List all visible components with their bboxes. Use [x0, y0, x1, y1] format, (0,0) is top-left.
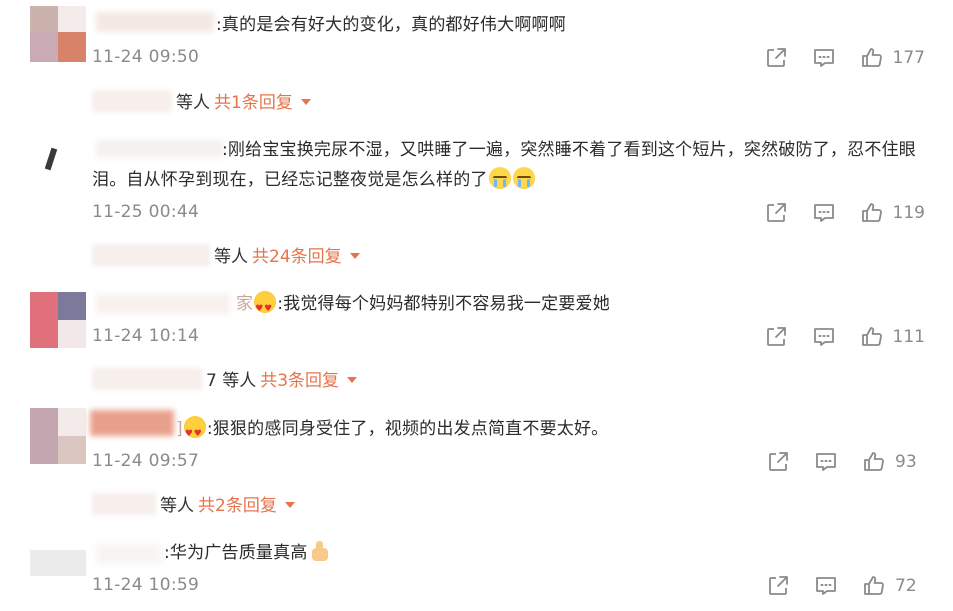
reply-avatars [92, 492, 156, 515]
username[interactable] [90, 410, 174, 436]
reply-summary: 等人 共1条回复 [92, 88, 311, 113]
like-count: 177 [892, 48, 925, 68]
avatar[interactable] [30, 292, 86, 348]
caret-down-icon[interactable] [349, 252, 360, 259]
reply-avatars [92, 367, 202, 390]
comment-time: 11-24 09:50 [92, 47, 200, 67]
like-icon[interactable] [859, 324, 885, 350]
reply-summary: 7 等人 共3条回复 [92, 366, 358, 391]
comment-icon[interactable] [811, 45, 837, 71]
reply-avatars [92, 243, 210, 266]
reply-summary: 等人 共24条回复 [92, 242, 360, 267]
view-replies-link[interactable]: 共1条回复 [214, 88, 293, 113]
comment-actions: 72 [743, 573, 925, 599]
comment-time: 11-25 00:44 [92, 202, 200, 222]
avatar[interactable] [30, 408, 86, 464]
like-icon[interactable] [859, 45, 885, 71]
comment-icon[interactable] [811, 324, 837, 350]
like-icon[interactable] [859, 200, 885, 226]
username-tail[interactable]: ] [176, 419, 183, 439]
comment-actions: 93 [743, 449, 925, 475]
reply-who: 7 等人 [206, 371, 257, 391]
view-replies-link[interactable]: 共2条回复 [198, 491, 277, 516]
reply-who: 等人 [176, 93, 210, 113]
reply-who: 等人 [160, 496, 194, 516]
like-icon[interactable] [861, 449, 887, 475]
comment-text: :华为广告质量真高 [164, 538, 917, 568]
crying-emoji [512, 167, 535, 189]
thumbs-up-emoji [309, 540, 331, 562]
comment-text: :刚给宝宝换完尿不湿，又哄睡了一遍，突然睡不着了看到这个短片，突然破防了，忍不住… [92, 140, 916, 190]
comment-time: 11-24 10:14 [92, 326, 200, 346]
caret-down-icon[interactable] [284, 501, 295, 508]
username[interactable] [96, 544, 162, 564]
reply-who: 等人 [214, 247, 248, 267]
username[interactable] [96, 12, 214, 32]
heart-eyes-emoji [183, 416, 206, 449]
username[interactable] [96, 294, 230, 314]
caret-down-icon[interactable] [300, 98, 311, 105]
like-icon[interactable] [861, 573, 887, 599]
comment-time: 11-24 09:57 [92, 451, 200, 471]
comment-text: :真的是会有好大的变化，真的都好伟大啊啊啊 [216, 15, 566, 35]
heart-eyes-emoji [254, 291, 277, 324]
crying-emoji [488, 167, 511, 189]
share-icon[interactable] [763, 324, 789, 350]
username-tail[interactable]: 家 [236, 294, 253, 314]
comment-actions: 119 [741, 200, 925, 226]
comment-icon[interactable] [813, 573, 839, 599]
comment-text: 家:我觉得每个妈妈都特别不容易我一定要爱她 [236, 289, 917, 324]
share-icon[interactable] [763, 200, 789, 226]
avatar[interactable] [30, 6, 86, 62]
like-count: 93 [895, 452, 917, 472]
view-replies-link[interactable]: 共3条回复 [260, 366, 339, 391]
comment-time: 11-24 10:59 [92, 575, 200, 595]
caret-down-icon[interactable] [347, 376, 358, 383]
comment-icon[interactable] [811, 200, 837, 226]
view-replies-link[interactable]: 共24条回复 [252, 242, 342, 267]
like-count: 111 [892, 327, 925, 347]
share-icon[interactable] [763, 45, 789, 71]
share-icon[interactable] [765, 449, 791, 475]
reply-avatars [92, 89, 172, 112]
like-count: 72 [895, 576, 917, 596]
comment-actions: 111 [741, 324, 925, 350]
reply-summary: 等人 共2条回复 [92, 491, 295, 516]
comment-icon[interactable] [813, 449, 839, 475]
avatar[interactable] [30, 550, 86, 606]
like-count: 119 [892, 203, 925, 223]
comment-text: ]:狠狠的感同身受住了，视频的出发点简直不要太好。 [176, 414, 917, 449]
avatar[interactable] [30, 140, 86, 196]
comment-actions: 177 [741, 45, 925, 71]
share-icon[interactable] [765, 573, 791, 599]
